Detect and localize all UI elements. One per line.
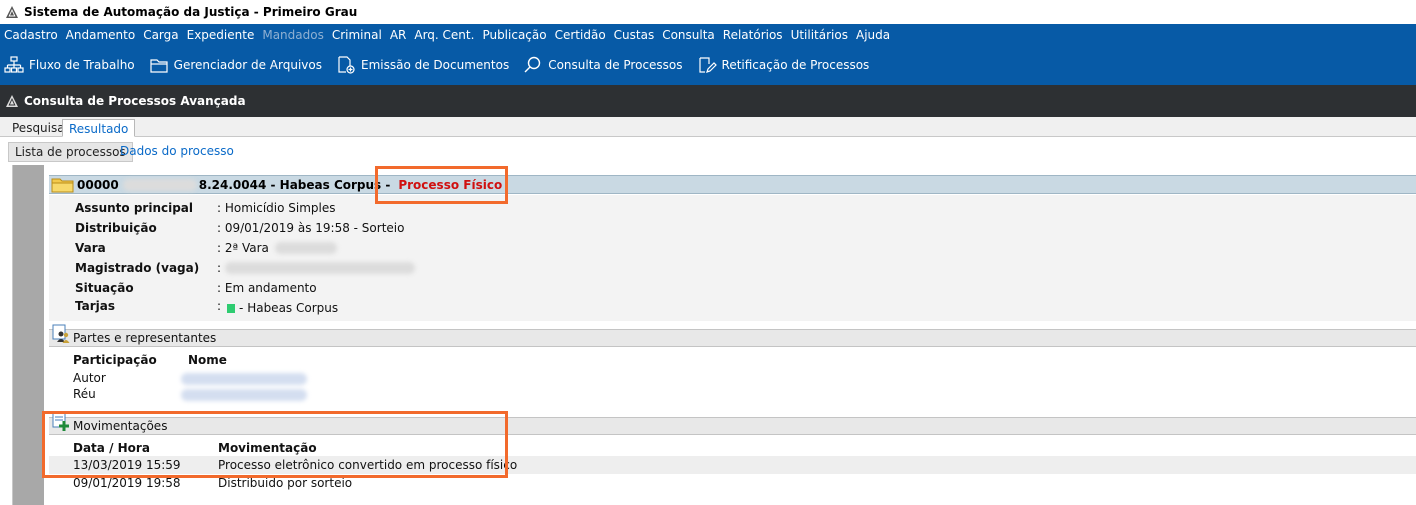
toolbar-consulta-de-processos-button[interactable]: Consulta de Processos xyxy=(523,56,683,74)
window-title: Sistema de Automação da Justiça - Primei… xyxy=(24,5,358,19)
search-icon xyxy=(524,56,541,73)
info-row: Magistrado (vaga) : xyxy=(75,259,416,277)
toolbar-fluxo-de-trabalho-button[interactable]: Fluxo de Trabalho xyxy=(4,56,135,74)
field-value: : xyxy=(217,261,222,275)
toolbar-gerenciador-de-arquivos-button[interactable]: Gerenciador de Arquivos xyxy=(149,56,322,74)
menu-ajuda[interactable]: Ajuda xyxy=(856,28,890,42)
field-value: : 09/01/2019 às 19:58 - Sorteio xyxy=(217,221,405,235)
field-label: Assunto principal xyxy=(75,201,194,215)
menu-ar[interactable]: AR xyxy=(390,28,407,42)
highlight-box-processo-fisico xyxy=(375,166,508,204)
parte-participacao: Réu xyxy=(73,387,96,401)
info-row: Distribuição : 09/01/2019 às 19:58 - Sor… xyxy=(75,219,404,237)
edit-icon xyxy=(698,57,717,73)
menu-utilitarios[interactable]: Utilitários xyxy=(791,28,848,42)
menu-arq-cent[interactable]: Arq. Cent. xyxy=(414,28,474,42)
menu-cadastro[interactable]: Cadastro xyxy=(4,28,58,42)
info-row: Vara : 2ª Vara xyxy=(75,239,337,257)
highlight-box-movimentacoes xyxy=(42,411,508,478)
col-participacao: Participação xyxy=(73,353,157,367)
app-header: Consulta de Processos Avançada xyxy=(0,85,1416,117)
field-label: Situação xyxy=(75,281,134,295)
info-row: Assunto principal : Homicídio Simples xyxy=(75,199,336,217)
field-label: Magistrado (vaga) xyxy=(75,261,200,275)
left-gutter xyxy=(13,165,44,505)
menu-relatorios[interactable]: Relatórios xyxy=(723,28,783,42)
field-label: Vara xyxy=(75,241,106,255)
folder-icon xyxy=(51,178,74,193)
tab-resultado[interactable]: Resultado xyxy=(62,119,136,137)
field-value: : 2ª Vara xyxy=(217,241,269,255)
col-nome: Nome xyxy=(188,353,227,367)
toolbar-label: Fluxo de Trabalho xyxy=(29,58,135,72)
window-titlebar: Sistema de Automação da Justiça - Primei… xyxy=(0,0,1416,24)
file-manager-icon xyxy=(150,59,168,73)
menu-publicacao[interactable]: Publicação xyxy=(482,28,546,42)
info-row: Tarjas : - Habeas Corpus xyxy=(75,297,338,315)
menu-andamento[interactable]: Andamento xyxy=(66,28,136,42)
toolbar-label: Retificação de Processos xyxy=(721,58,870,72)
toolbar-retificacao-de-processos-button[interactable]: Retificação de Processos xyxy=(697,56,870,74)
process-header-bar: 00000 8.24.0044 - Habeas Corpus - Proces… xyxy=(49,175,1416,194)
mov-data: 09/01/2019 19:58 xyxy=(73,476,181,490)
field-value: : Homicídio Simples xyxy=(217,201,336,215)
menu-mandados: Mandados xyxy=(262,27,324,42)
tab-pesquisa[interactable]: Pesquisa xyxy=(6,119,71,137)
sub-tabs: Lista de processos Dados do processo xyxy=(8,142,1416,162)
app-header-title: Consulta de Processos Avançada xyxy=(24,94,246,108)
toolbar: Fluxo de Trabalho Gerenciador de Arquivo… xyxy=(0,45,1416,85)
menu-consulta[interactable]: Consulta xyxy=(662,28,715,42)
field-label: Tarjas xyxy=(75,299,116,313)
menu-carga[interactable]: Carga xyxy=(143,28,178,42)
field-value: : xyxy=(217,299,222,313)
process-number-prefix: 00000 xyxy=(77,177,119,192)
process-info-box: Assunto principal : Homicídio Simples Di… xyxy=(49,195,1416,321)
toolbar-label: Gerenciador de Arquivos xyxy=(173,58,322,72)
field-label: Distribuição xyxy=(75,221,157,235)
partes-section-header: Partes e representantes xyxy=(49,324,1416,347)
field-value: : Em andamento xyxy=(217,281,317,295)
menu-criminal[interactable]: Criminal xyxy=(332,28,382,42)
redacted-reu xyxy=(181,389,307,401)
toolbar-emissao-de-documentos-button[interactable]: Emissão de Documentos xyxy=(336,56,509,74)
people-icon xyxy=(52,324,70,343)
main-tabs: Pesquisa Resultado xyxy=(0,117,1416,137)
menu-bar: Cadastro Andamento Carga Expediente Mand… xyxy=(0,24,1416,45)
app-logo-icon xyxy=(6,95,18,107)
redacted-autor xyxy=(181,373,307,385)
info-row: Situação : Em andamento xyxy=(75,279,317,297)
parte-participacao: Autor xyxy=(73,371,106,385)
toolbar-label: Consulta de Processos xyxy=(548,58,683,72)
workflow-icon xyxy=(4,56,24,73)
mov-descricao: Distribuido por sorteio xyxy=(218,476,353,490)
tarja-text: - Habeas Corpus xyxy=(239,301,339,315)
menu-custas[interactable]: Custas xyxy=(614,28,655,42)
menu-expediente[interactable]: Expediente xyxy=(187,28,255,42)
redacted-vara xyxy=(274,242,337,254)
process-number-suffix: 8.24.0044 - Habeas Corpus - xyxy=(198,177,391,192)
partes-section-title: Partes e representantes xyxy=(73,331,217,345)
redacted-magistrado xyxy=(225,262,416,274)
document-add-icon xyxy=(338,56,355,74)
menu-certidao[interactable]: Certidão xyxy=(555,28,606,42)
toolbar-label: Emissão de Documentos xyxy=(361,58,510,72)
tarja-color-swatch xyxy=(227,303,236,313)
app-logo-icon xyxy=(6,6,18,18)
tab-dados-do-processo[interactable]: Dados do processo xyxy=(114,142,240,162)
redacted-number xyxy=(122,178,197,191)
